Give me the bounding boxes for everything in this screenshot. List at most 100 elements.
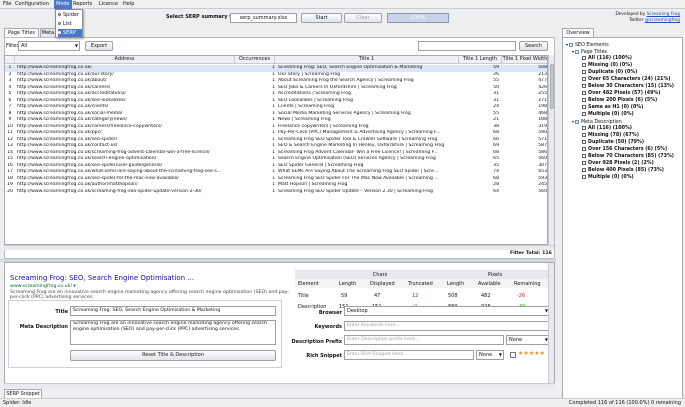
radio-icon (58, 13, 61, 16)
stats-title-length: 59 (341, 293, 348, 299)
mode-option-spider[interactable]: Spider (58, 11, 82, 19)
stats-title-remaining: -26 (517, 293, 526, 299)
title-length-cell: 64 (493, 188, 499, 194)
menu-help[interactable]: Help (123, 1, 134, 7)
title-label: Title (55, 309, 68, 315)
description-prefix-select[interactable]: None (506, 335, 550, 345)
table-scrollbar[interactable] (548, 55, 554, 245)
tree-item[interactable]: Same as H1 (0) (0%) (582, 104, 643, 111)
tree-item[interactable]: Multiple (0) (0%) (582, 174, 634, 181)
tree-item[interactable]: Below 200 Pixels (6) (5%) (582, 97, 657, 104)
rich-snippet-label: Rich Snippet (306, 353, 342, 359)
tree-item[interactable]: Below 400 Pixels (85) (73%) (582, 167, 664, 174)
rich-snippet-checkbox[interactable] (510, 352, 516, 358)
tree-item[interactable]: Missing (0) (0%) (582, 62, 632, 69)
filter-icon (582, 55, 586, 60)
status-bar: Spider: Idle Completed 116 of 116 (100.0… (0, 398, 685, 407)
developer-link[interactable]: Screaming Frog (647, 12, 680, 17)
tree-item[interactable]: Below 70 Characters (85) (73%) (582, 153, 674, 160)
clear-button[interactable]: Clear (344, 13, 382, 23)
filter-icon (582, 69, 586, 74)
radio-selected-icon (58, 31, 61, 34)
tab-overview[interactable]: Overview (562, 28, 594, 37)
pixel-width-cell: 560 (538, 188, 547, 194)
tree-group-meta-description[interactable]: ▾ Meta Description (572, 118, 622, 125)
menu-configuration[interactable]: Configuration (15, 1, 49, 7)
tree-item[interactable]: Duplicate (50) (79%) (582, 139, 644, 146)
mode-option-list[interactable]: List (58, 20, 82, 28)
menu-licence[interactable]: Licence (99, 1, 118, 7)
mode-option-serp[interactable]: SERP (58, 29, 82, 37)
tree-item[interactable]: Over 65 Characters (24) (21%) (582, 76, 671, 83)
table-hscrollbar[interactable] (4, 245, 554, 250)
stats-col-remaining: Remaining (514, 281, 541, 287)
tree-item[interactable]: Below 30 Characters (15) (13%) (582, 83, 674, 90)
tree-item[interactable]: Over 482 Pixels (57) (49%) (582, 90, 660, 97)
column-header-pixel-width[interactable]: Title 1 Pixel Width (502, 56, 547, 64)
column-header-title[interactable]: Title 1 (275, 56, 459, 64)
filter-select[interactable]: All (18, 41, 80, 51)
rich-snippet-select[interactable]: None (476, 350, 504, 360)
tree-item[interactable]: Multiple (0) (0%) (582, 111, 634, 118)
rich-snippet-input[interactable]: Enter Rich Snippet Here... (344, 350, 474, 360)
column-header-title-length[interactable]: Title 1 Length (459, 56, 502, 64)
tree-item[interactable]: Duplicate (0) (0%) (582, 69, 637, 76)
column-header-occurrences[interactable]: Occurrences (235, 56, 275, 64)
tree-group-page-titles[interactable]: ▾ Page Titles (572, 48, 607, 55)
meta-description-field[interactable]: Screaming Frog are an innovative search … (70, 320, 276, 345)
title-field[interactable]: Screaming Frog: SEO, Search Engine Optim… (70, 306, 276, 316)
serp-hscrollbar[interactable] (4, 383, 555, 388)
expand-icon[interactable]: ▾ (572, 119, 574, 124)
search-button[interactable]: Search (519, 41, 548, 51)
filter-icon (582, 97, 586, 102)
tree-root-seo-elements[interactable]: ▾ SEO Elements (566, 41, 609, 48)
table-row[interactable]: 20 http://www.screamingfrog.co.uk/screami… (5, 188, 547, 196)
index-cell: 20 (7, 188, 13, 194)
expand-icon[interactable]: ▾ (566, 42, 568, 47)
folder-icon (575, 49, 580, 54)
filter-total: Filter Total: 116 (510, 251, 552, 256)
start-button[interactable]: Start (301, 13, 342, 23)
filter-icon (582, 90, 586, 95)
tab-meta[interactable]: Meta (40, 28, 56, 37)
tree-item[interactable]: All (116) (100%) (582, 55, 632, 62)
reset-title-description-button[interactable]: Reset Title & Description (70, 350, 276, 361)
twitter-link[interactable]: @screamingfrog (645, 18, 680, 23)
developer-credit: Developed by Screaming Frog Twitter @scr… (615, 12, 680, 23)
overview-panel: ▾ SEO Elements ▾ Page Titles All (116) (100%… (562, 37, 683, 399)
column-header-address[interactable]: Address (15, 56, 235, 64)
menu-reports[interactable]: Reports (73, 1, 92, 7)
tab-page-titles[interactable]: Page Titles (4, 28, 39, 37)
stats-title-available: 482 (481, 293, 491, 299)
menu-mode[interactable]: Mode (54, 0, 72, 9)
keywords-label: Keywords (314, 324, 342, 330)
filter-icon (582, 111, 586, 116)
stats-title-displayed: 47 (374, 293, 381, 299)
filter-icon (582, 104, 586, 109)
tab-serp-snippet[interactable]: SERP Snippet (4, 389, 42, 398)
scrollbar-thumb[interactable] (550, 64, 554, 109)
meta-description-label: Meta Description (19, 324, 68, 330)
export-button[interactable]: Export (85, 41, 113, 51)
tree-item[interactable]: Over 156 Characters (6) (5%) (582, 146, 667, 153)
tree-item[interactable]: All (116) (100%) (582, 125, 632, 132)
stats-title-truncated: 12 (412, 293, 419, 299)
browser-select[interactable]: Desktop (344, 306, 550, 316)
filter-icon (582, 83, 586, 88)
serp-file-input[interactable]: serp_summary.xlsx (230, 13, 297, 23)
tree-item[interactable]: Missing (78) (67%) (582, 132, 639, 139)
filter-icon (582, 146, 586, 151)
keywords-input[interactable]: Enter Keywords here... (344, 321, 550, 331)
tree-item[interactable]: Over 928 Pixels (2) (2%) (582, 160, 654, 167)
stats-col-element: Element (298, 281, 319, 287)
stats-title-element: Title (298, 293, 309, 299)
description-prefix-input[interactable]: Enter Description prefix here... (344, 335, 504, 345)
column-header-index[interactable] (5, 56, 15, 64)
filter-icon (582, 76, 586, 81)
search-input[interactable] (418, 41, 516, 51)
serp-scrollbar[interactable] (548, 263, 554, 383)
menu-file[interactable]: File (3, 1, 11, 7)
serp-stats-table: Chars Pixels Element Length Displayed Tr… (295, 270, 553, 310)
expand-icon[interactable]: ▾ (572, 49, 574, 54)
filter-icon (582, 167, 586, 172)
